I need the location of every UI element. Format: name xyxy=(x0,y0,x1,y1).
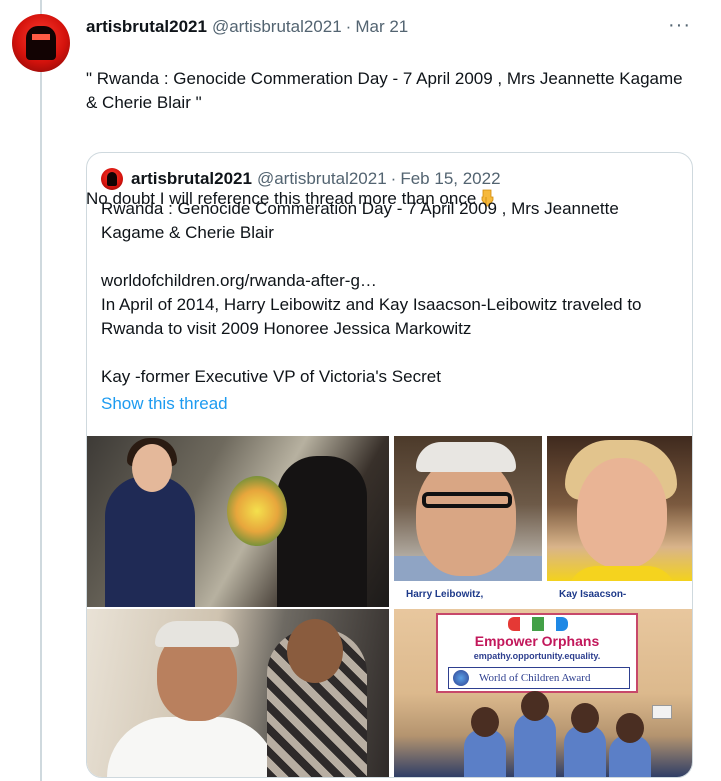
media-photo-4[interactable] xyxy=(87,609,389,777)
children-logo-icon xyxy=(508,617,568,631)
photo-caption: Harry Leibowitz, xyxy=(394,581,542,607)
thread-connector-line xyxy=(40,0,42,781)
media-photo-5[interactable]: Empower Orphans empathy.opportunity.equa… xyxy=(394,609,692,777)
quoted-tweet-text: Rwanda : Genocide Commeration Day - 7 Ap… xyxy=(101,197,686,389)
media-photo-1[interactable] xyxy=(87,436,389,607)
tweet-header: artisbrutal2021 @artisbrutal2021 · Mar 2… xyxy=(86,17,408,37)
wall-outlet xyxy=(652,705,672,719)
external-link[interactable]: worldofchildren.org/rwanda-after-g… xyxy=(101,269,686,293)
quoted-text-line: Rwanda : Genocide Commeration Day - 7 Ap… xyxy=(101,199,619,242)
quoted-display-name: artisbrutal2021 xyxy=(131,169,252,188)
avatar[interactable] xyxy=(12,14,70,72)
separator-dot: · xyxy=(345,17,352,36)
show-thread-link[interactable]: Show this thread xyxy=(101,394,228,414)
quoted-tweet-card[interactable]: artisbrutal2021 @artisbrutal2021 · Feb 1… xyxy=(86,152,693,778)
quoted-handle: @artisbrutal2021 xyxy=(256,169,387,188)
quoted-tweet-header: artisbrutal2021 @artisbrutal2021 · Feb 1… xyxy=(101,168,501,190)
quoted-text-line: Kay -former Executive VP of Victoria's S… xyxy=(101,367,441,386)
display-name[interactable]: artisbrutal2021 xyxy=(86,17,207,37)
handle[interactable]: @artisbrutal2021 xyxy=(212,17,342,37)
tweet-text-line: " Rwanda : Genocide Commeration Day - 7 … xyxy=(86,69,683,112)
quoted-avatar xyxy=(101,168,123,190)
separator-dot: · xyxy=(390,169,397,188)
more-options-icon[interactable]: ··· xyxy=(668,14,691,37)
quoted-text-line: In April of 2014, Harry Leibowitz and Ka… xyxy=(101,295,642,338)
banner-sign: Empower Orphans empathy.opportunity.equa… xyxy=(436,613,638,693)
sign-organization: World of Children Award xyxy=(448,667,630,689)
photo-caption: Kay Isaacson- xyxy=(547,581,692,607)
timestamp[interactable]: Mar 21 xyxy=(355,17,408,37)
media-photo-3[interactable]: Kay Isaacson- xyxy=(547,436,692,607)
media-grid: Harry Leibowitz, Kay Isaacson- Empower O… xyxy=(87,436,692,777)
sign-subtitle: empathy.opportunity.equality. xyxy=(473,651,601,661)
sign-title: Empower Orphans xyxy=(474,633,600,649)
media-photo-2[interactable]: Harry Leibowitz, xyxy=(394,436,542,607)
globe-icon xyxy=(453,670,469,686)
quoted-timestamp: Feb 15, 2022 xyxy=(400,169,501,188)
